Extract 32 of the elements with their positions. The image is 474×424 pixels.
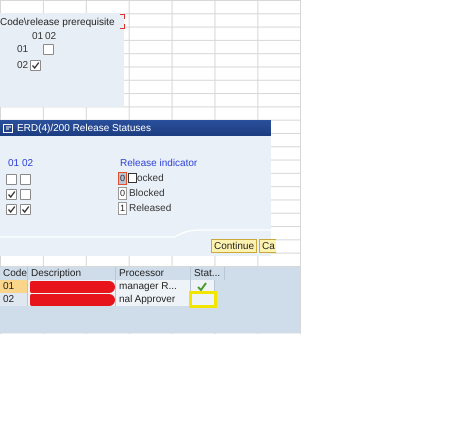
- column-header: 01: [8, 158, 20, 169]
- table-cell[interactable]: 02: [0, 293, 28, 306]
- checkbox[interactable]: [6, 204, 17, 215]
- dialog-button[interactable]: Ca: [259, 239, 276, 253]
- indicator-label: ocked: [137, 173, 164, 184]
- check-icon: [197, 282, 207, 291]
- window-icon: [3, 124, 13, 132]
- indicator-field[interactable]: 0: [118, 172, 127, 185]
- checkbox[interactable]: [20, 204, 31, 215]
- checkbox[interactable]: [43, 44, 54, 55]
- column-header: 01: [32, 31, 44, 42]
- square-icon: [128, 173, 137, 183]
- checkbox[interactable]: [6, 189, 17, 200]
- column-header: 02: [45, 31, 56, 42]
- indicator-label: Released: [129, 203, 172, 214]
- indicator-field[interactable]: 1: [118, 202, 127, 215]
- panel-title: Code\release prerequisite: [0, 17, 115, 28]
- table-cell[interactable]: 01: [0, 280, 28, 293]
- dialog-title: ERD(4)/200 Release Statuses: [17, 122, 151, 134]
- indicator-field[interactable]: 0: [118, 187, 127, 200]
- row-label: 02: [17, 60, 28, 71]
- column-header: 02: [22, 158, 34, 169]
- checkbox[interactable]: [20, 189, 31, 200]
- table-cell: nal Approver: [116, 293, 191, 306]
- checkbox[interactable]: [6, 174, 17, 185]
- checkbox[interactable]: [30, 60, 41, 71]
- column-header: Release indicator: [120, 158, 198, 169]
- indicator-label: Blocked: [129, 188, 165, 199]
- table-cell: manager R...: [116, 280, 191, 293]
- dialog-button[interactable]: Continue: [211, 239, 258, 253]
- checkbox[interactable]: [20, 174, 31, 185]
- row-label: 01: [17, 44, 28, 55]
